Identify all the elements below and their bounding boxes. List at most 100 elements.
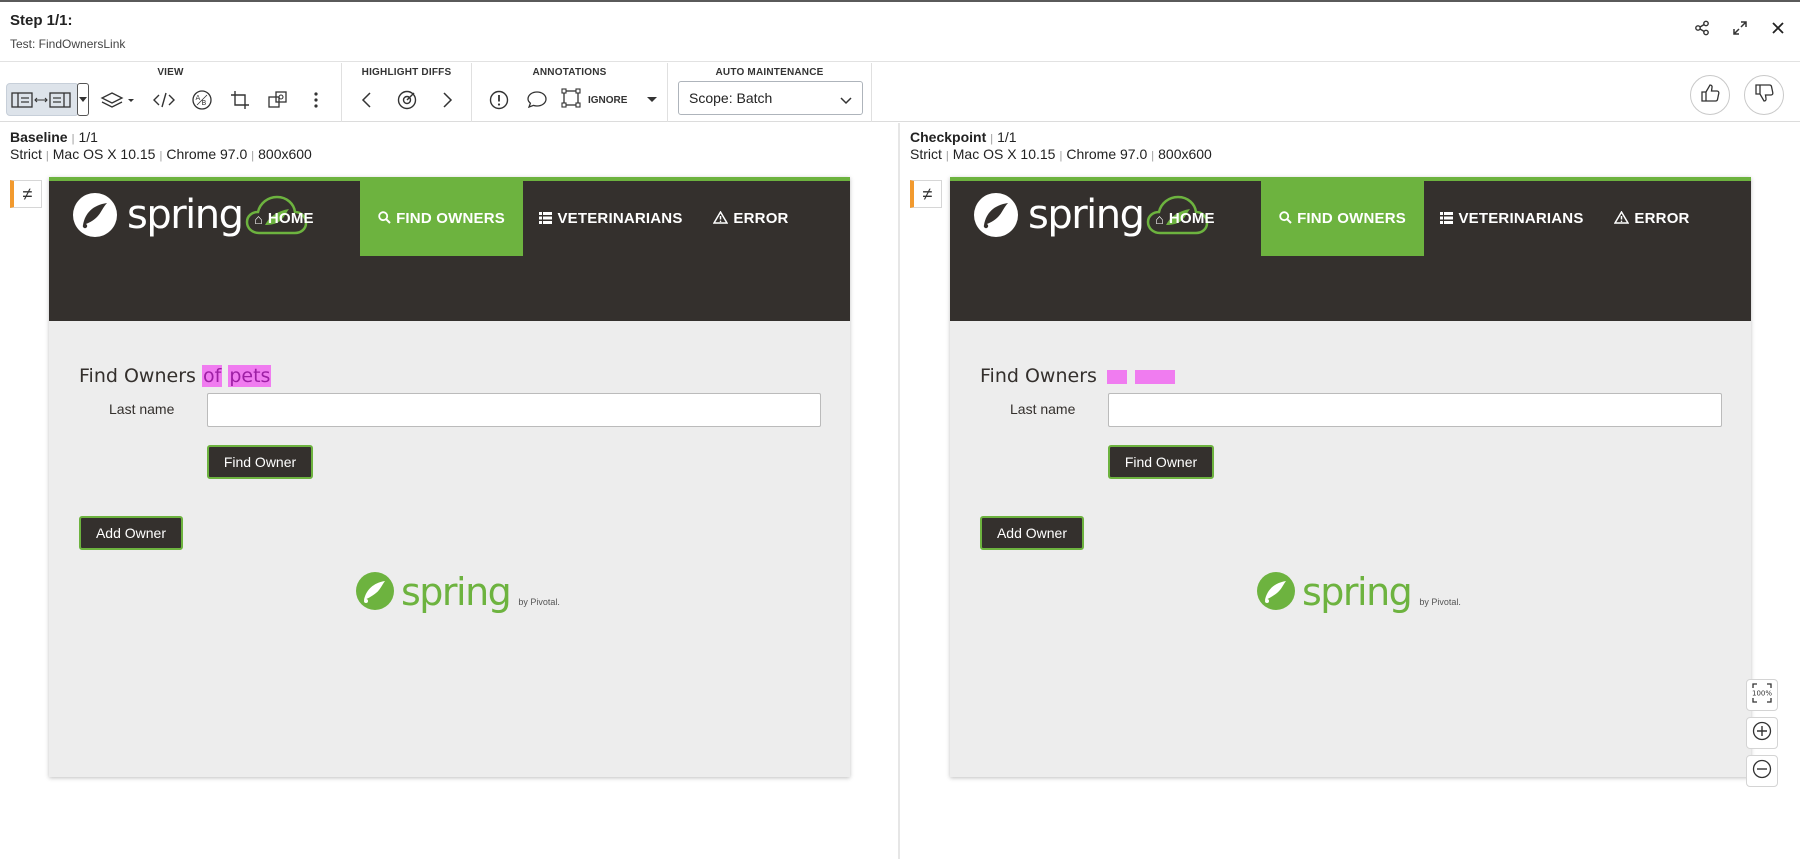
checkpoint-title: Checkpoint <box>910 129 987 145</box>
annotation-type-dropdown[interactable] <box>642 85 662 115</box>
home-icon: ⌂ <box>1155 210 1164 227</box>
baseline-browser: Chrome 97.0 <box>166 146 248 162</box>
nav-find-owners[interactable]: FIND OWNERS <box>360 181 523 256</box>
nav-error-label: ERROR <box>733 210 789 227</box>
fit-100-icon: 100% <box>1751 682 1773 709</box>
baseline-pane: Baseline | 1/1 Strict | Mac OS X 10.15 | Chrom… <box>0 123 898 859</box>
footer-pivotal-text: by Pivotal. <box>1419 597 1461 607</box>
nav-error[interactable]: ERROR <box>1614 181 1690 256</box>
checkpoint-pane: Checkpoint | 1/1 Strict | Mac OS X 10.15 | Chr… <box>900 123 1800 859</box>
region-icon <box>560 87 582 114</box>
close-icon[interactable] <box>1766 16 1790 40</box>
thumbs-up-button[interactable] <box>1690 75 1730 115</box>
last-name-label: Last name <box>1010 401 1076 417</box>
checkpoint-count: 1/1 <box>997 129 1017 145</box>
nav-error[interactable]: ERROR <box>713 181 789 256</box>
footer-spring-text: spring <box>1302 570 1413 614</box>
diff-highlight-block <box>1106 369 1127 384</box>
find-owner-button[interactable]: Find Owner <box>207 445 313 479</box>
list-icon <box>1440 211 1454 227</box>
baseline-diff-marker[interactable]: ≠ <box>10 180 42 208</box>
highlight-diffs-label: HIGHLIGHT DIFFS <box>361 67 452 78</box>
home-icon: ⌂ <box>254 210 263 227</box>
nav-find-owners-label: FIND OWNERS <box>1297 210 1406 227</box>
expand-icon[interactable] <box>1728 16 1752 40</box>
diff-highlight-block <box>1135 369 1175 384</box>
zoom-out-button[interactable] <box>1746 755 1778 787</box>
app-header: spring ⌂ HOME FIND OWNERS VETERINARIANS E… <box>49 177 850 321</box>
fit-100-label: 100% <box>1752 689 1772 697</box>
view-mode-dropdown[interactable] <box>77 83 89 116</box>
checkpoint-diff-marker[interactable]: ≠ <box>910 180 942 208</box>
checkpoint-screenshot[interactable]: spring ⌂ HOME FIND OWNERS VETERINARIANS E… <box>950 177 1751 777</box>
dialog-header: Step 1/1: Test: FindOwnersLink <box>0 2 1800 62</box>
last-name-input[interactable] <box>207 393 821 427</box>
toolbar: VIEW AB HIGHLIGHT DIFFS ANNOTATIONS IGNO… <box>0 63 1800 122</box>
nav-veterinarians[interactable]: VETERINARIANS <box>539 181 682 256</box>
checkpoint-viewport: 800x600 <box>1158 146 1212 162</box>
thumbs-down-button[interactable] <box>1744 75 1784 115</box>
crop-icon[interactable] <box>224 85 256 115</box>
side-by-side-icon[interactable] <box>6 83 79 116</box>
comment-icon[interactable] <box>522 85 552 115</box>
alert-icon[interactable] <box>484 85 514 115</box>
checkpoint-os: Mac OS X 10.15 <box>952 146 1056 162</box>
svg-text:A: A <box>196 94 201 102</box>
nav-home[interactable]: ⌂ HOME <box>249 181 319 256</box>
baseline-title: Baseline <box>10 129 68 145</box>
checkpoint-info-row: Strict | Mac OS X 10.15 | Chrome 97.0 | 800x60… <box>910 146 1212 162</box>
target-icon[interactable] <box>392 85 422 115</box>
last-name-input[interactable] <box>1108 393 1722 427</box>
checkpoint-browser: Chrome 97.0 <box>1066 146 1148 162</box>
thumbs-up-icon <box>1699 82 1721 109</box>
spring-leaf-icon <box>73 193 117 237</box>
zoom-in-button[interactable] <box>1746 717 1778 749</box>
search-icon <box>378 210 391 227</box>
baseline-info-row: Strict | Mac OS X 10.15 | Chrome 97.0 | 800x60… <box>10 146 312 162</box>
annotations-group: ANNOTATIONS IGNORE <box>472 63 668 122</box>
next-diff-icon[interactable] <box>432 85 462 115</box>
baseline-os: Mac OS X 10.15 <box>52 146 156 162</box>
scope-value: Scope: Batch <box>689 90 773 106</box>
add-owner-button[interactable]: Add Owner <box>79 516 183 550</box>
fit-100-button[interactable]: 100% <box>1746 679 1778 711</box>
spring-footer-logo: spring by Pivotal. <box>1256 571 1461 611</box>
nav-veterinarians[interactable]: VETERINARIANS <box>1440 181 1583 256</box>
find-owners-heading: Find Owners <box>980 365 1175 387</box>
highlight-diffs-group: HIGHLIGHT DIFFS <box>342 63 472 122</box>
footer-spring-text: spring <box>401 570 512 614</box>
baseline-match: Strict <box>10 146 42 162</box>
zoom-in-icon <box>1751 720 1773 747</box>
nav-home-label: HOME <box>1168 210 1215 227</box>
spring-logo-text: spring <box>1028 192 1145 238</box>
spring-leaf-icon <box>974 193 1018 237</box>
spring-leaf-icon <box>356 572 394 610</box>
ab-icon[interactable]: AB <box>186 85 218 115</box>
ignore-region-button[interactable]: IGNORE <box>560 85 648 115</box>
view-group: VIEW AB <box>0 63 342 122</box>
warning-icon <box>713 210 729 227</box>
baseline-count: 1/1 <box>78 129 98 145</box>
regions-icon[interactable] <box>262 85 294 115</box>
find-owner-button[interactable]: Find Owner <box>1108 445 1214 479</box>
app-header: spring ⌂ HOME FIND OWNERS VETERINARIANS E… <box>950 177 1751 321</box>
more-icon[interactable] <box>302 85 330 115</box>
code-icon[interactable] <box>148 85 180 115</box>
checkpoint-match: Strict <box>910 146 942 162</box>
thumbs-down-icon <box>1753 82 1775 109</box>
share-icon[interactable] <box>1690 16 1714 40</box>
prev-diff-icon[interactable] <box>352 85 382 115</box>
chevron-down-icon <box>840 92 852 108</box>
layers-icon[interactable] <box>96 85 140 115</box>
baseline-screenshot[interactable]: spring ⌂ HOME FIND OWNERS VETERINARIANS E… <box>49 177 850 777</box>
add-owner-button[interactable]: Add Owner <box>980 516 1084 550</box>
last-name-label: Last name <box>109 401 175 417</box>
nav-home[interactable]: ⌂ HOME <box>1150 181 1220 256</box>
nav-error-label: ERROR <box>1634 210 1690 227</box>
scope-select[interactable]: Scope: Batch <box>678 81 863 115</box>
diff-highlight-word: of <box>201 365 223 387</box>
baseline-title-row: Baseline | 1/1 <box>10 129 98 145</box>
nav-find-owners[interactable]: FIND OWNERS <box>1261 181 1424 256</box>
nav-find-owners-label: FIND OWNERS <box>396 210 505 227</box>
spring-logo-text: spring <box>127 192 244 238</box>
